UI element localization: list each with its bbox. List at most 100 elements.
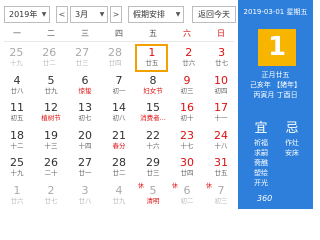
calendar-day-cell[interactable]: 休 7 初三 xyxy=(204,182,238,210)
lunar-label: 廿六 xyxy=(182,59,196,67)
lunar-label: 廿四 xyxy=(108,59,122,67)
month-select[interactable]: 3月 ▼ xyxy=(70,6,108,23)
holiday-select[interactable]: 假期安排 ▼ xyxy=(128,6,184,23)
calendar-day-cell[interactable]: 13 初七 xyxy=(68,99,102,127)
calendar-day-cell[interactable]: 2 廿七 xyxy=(34,182,68,210)
header-divider xyxy=(4,41,234,42)
yi-item: 斋醮 xyxy=(254,159,268,167)
weekday-tue: 二 xyxy=(47,29,55,38)
calendar-week-row: 25 十九 26 廿二 27 廿三 28 廿四 1 廿五 2 廿六 3 廿七 xyxy=(0,44,238,72)
calendar-day-cell[interactable]: 1 廿六 xyxy=(0,182,34,210)
calendar-day-cell[interactable]: 2 廿六 xyxy=(172,44,205,72)
prev-month-button[interactable]: < xyxy=(56,6,68,23)
weekday-wed: 三 xyxy=(81,29,89,38)
next-month-button[interactable]: > xyxy=(110,6,122,23)
day-number: 25 xyxy=(10,156,24,169)
lunar-label: 十一 xyxy=(214,114,228,122)
lunar-label: 初四 xyxy=(214,86,228,95)
day-number: 7 xyxy=(115,73,123,87)
calendar-day-cell[interactable]: 24 十八 xyxy=(204,127,238,155)
calendar-day-cell-selected[interactable]: 1 廿五 xyxy=(135,44,169,72)
calendar-day-cell[interactable]: 3 廿七 xyxy=(205,44,238,72)
lunar-label: 二十 xyxy=(44,169,58,177)
day-number: 23 xyxy=(180,128,194,142)
calendar-day-cell[interactable]: 19 十三 xyxy=(34,127,68,155)
ji-list: 作灶 安床 xyxy=(278,138,306,158)
lunar-label: 廿九 xyxy=(44,86,58,95)
calendar-day-cell[interactable]: 26 二十 xyxy=(34,154,68,182)
day-number: 30 xyxy=(180,156,194,169)
holiday-badge: 休 xyxy=(138,182,145,190)
back-to-today-button[interactable]: 返回今天 xyxy=(192,6,236,23)
lunar-date: 正月廿五 xyxy=(261,71,290,79)
calendar-week-row: 4 廿八 5 廿九 6 惊蛰 7 初一 8 妇女节 9 初三 10 初四 xyxy=(0,72,238,100)
lunar-label: 十九 xyxy=(10,169,24,177)
calendar-day-cell[interactable]: 4 廿九 xyxy=(102,182,136,210)
calendar-day-cell[interactable]: 18 十二 xyxy=(0,127,34,155)
calendar-day-cell[interactable]: 休 5 清明 xyxy=(136,182,170,210)
day-number: 28 xyxy=(108,46,122,59)
calendar-day-cell[interactable]: 14 初八 xyxy=(102,99,136,127)
lunar-label: 廿七 xyxy=(44,196,58,205)
yi-list: 祈福 求嗣 斋醮 塑绘 开光 xyxy=(247,138,275,188)
lunar-label: 廿三 xyxy=(75,59,89,67)
calendar-day-cell[interactable]: 25 十九 xyxy=(0,154,34,182)
day-number: 22 xyxy=(146,128,160,142)
day-number: 16 xyxy=(180,101,194,114)
lunar-label: 十七 xyxy=(180,141,194,150)
calendar-day-cell[interactable]: 27 廿三 xyxy=(66,44,99,72)
calendar-day-cell[interactable]: 23 十七 xyxy=(170,127,204,155)
year-select[interactable]: 2019年 ▼ xyxy=(4,6,50,23)
calendar-day-cell[interactable]: 12 植树节 xyxy=(34,99,68,127)
calendar-day-cell[interactable]: 22 十六 xyxy=(136,127,170,155)
yi-item: 祈福 xyxy=(254,139,268,147)
lunar-label: 初八 xyxy=(112,114,126,122)
calendar-day-cell[interactable]: 6 惊蛰 xyxy=(68,72,102,100)
calendar-day-cell[interactable]: 27 廿一 xyxy=(68,154,102,182)
day-number: 20 xyxy=(78,128,92,142)
calendar-day-cell[interactable]: 8 妇女节 xyxy=(136,72,170,100)
year-ganzhi: 己亥年 【猪年】 xyxy=(249,81,302,89)
calendar-day-cell[interactable]: 4 廿八 xyxy=(0,72,34,100)
weekday-header: 一 二 三 四 五 六 日 xyxy=(0,27,238,41)
lunar-label: 廿七 xyxy=(215,59,229,67)
chevron-down-icon: ▼ xyxy=(41,11,47,18)
calendar-day-cell[interactable]: 3 廿八 xyxy=(68,182,102,210)
calendar-day-cell[interactable]: 25 十九 xyxy=(0,44,33,72)
calendar-day-cell[interactable]: 20 十四 xyxy=(68,127,102,155)
ji-item: 作灶 xyxy=(285,139,299,147)
month-select-value: 3月 xyxy=(75,10,89,19)
calendar-rows: 25 十九 26 廿二 27 廿三 28 廿四 1 廿五 2 廿六 3 廿七 4 廿八 5 廿九 6 惊蛰 7 初一 8 妇女… xyxy=(0,44,238,209)
calendar-day-cell[interactable]: 31 廿五 xyxy=(204,154,238,182)
day-number: 12 xyxy=(44,101,58,114)
day-number: 31 xyxy=(214,156,228,169)
calendar-day-cell[interactable]: 9 初三 xyxy=(170,72,204,100)
calendar-week-row: 11 初五 12 植树节 13 初七 14 初八 15 消费者... 16 初十 17 十一 xyxy=(0,99,238,127)
chevron-down-icon: ▼ xyxy=(99,11,105,18)
day-number: 4 xyxy=(115,183,123,197)
calendar-day-cell[interactable]: 26 廿二 xyxy=(33,44,66,72)
calendar-day-cell[interactable]: 7 初一 xyxy=(102,72,136,100)
lunar-label: 十九 xyxy=(9,59,23,67)
calendar-week-row: 1 廿六 2 廿七 3 廿八 4 廿九休 5 清明休 6 初二休 7 初三 xyxy=(0,182,238,210)
calendar-day-cell[interactable]: 28 廿二 xyxy=(102,154,136,182)
calendar-day-cell[interactable]: 休 6 初二 xyxy=(170,182,204,210)
calendar-day-cell[interactable]: 16 初十 xyxy=(170,99,204,127)
calendar-day-cell[interactable]: 15 消费者... xyxy=(136,99,170,127)
lunar-label: 清明 xyxy=(146,196,160,205)
lunar-label: 廿八 xyxy=(10,86,24,95)
lunar-label: 妇女节 xyxy=(143,86,163,95)
calendar-day-cell[interactable]: 28 廿四 xyxy=(99,44,132,72)
day-number: 28 xyxy=(112,156,126,169)
calendar-week-row: 25 十九 26 二十 27 廿一 28 廿二 29 廿三 30 廿四 31 廿五 xyxy=(0,154,238,182)
calendar-day-cell[interactable]: 11 初五 xyxy=(0,99,34,127)
lunar-label: 惊蛰 xyxy=(78,86,92,95)
day-number: 8 xyxy=(149,73,157,87)
calendar-day-cell[interactable]: 30 廿四 xyxy=(170,154,204,182)
day-number: 9 xyxy=(183,73,191,87)
calendar-day-cell[interactable]: 17 十一 xyxy=(204,99,238,127)
calendar-day-cell[interactable]: 10 初四 xyxy=(204,72,238,100)
calendar-day-cell[interactable]: 5 廿九 xyxy=(34,72,68,100)
calendar-day-cell[interactable]: 29 廿三 xyxy=(136,154,170,182)
calendar-day-cell[interactable]: 21 春分 xyxy=(102,127,136,155)
